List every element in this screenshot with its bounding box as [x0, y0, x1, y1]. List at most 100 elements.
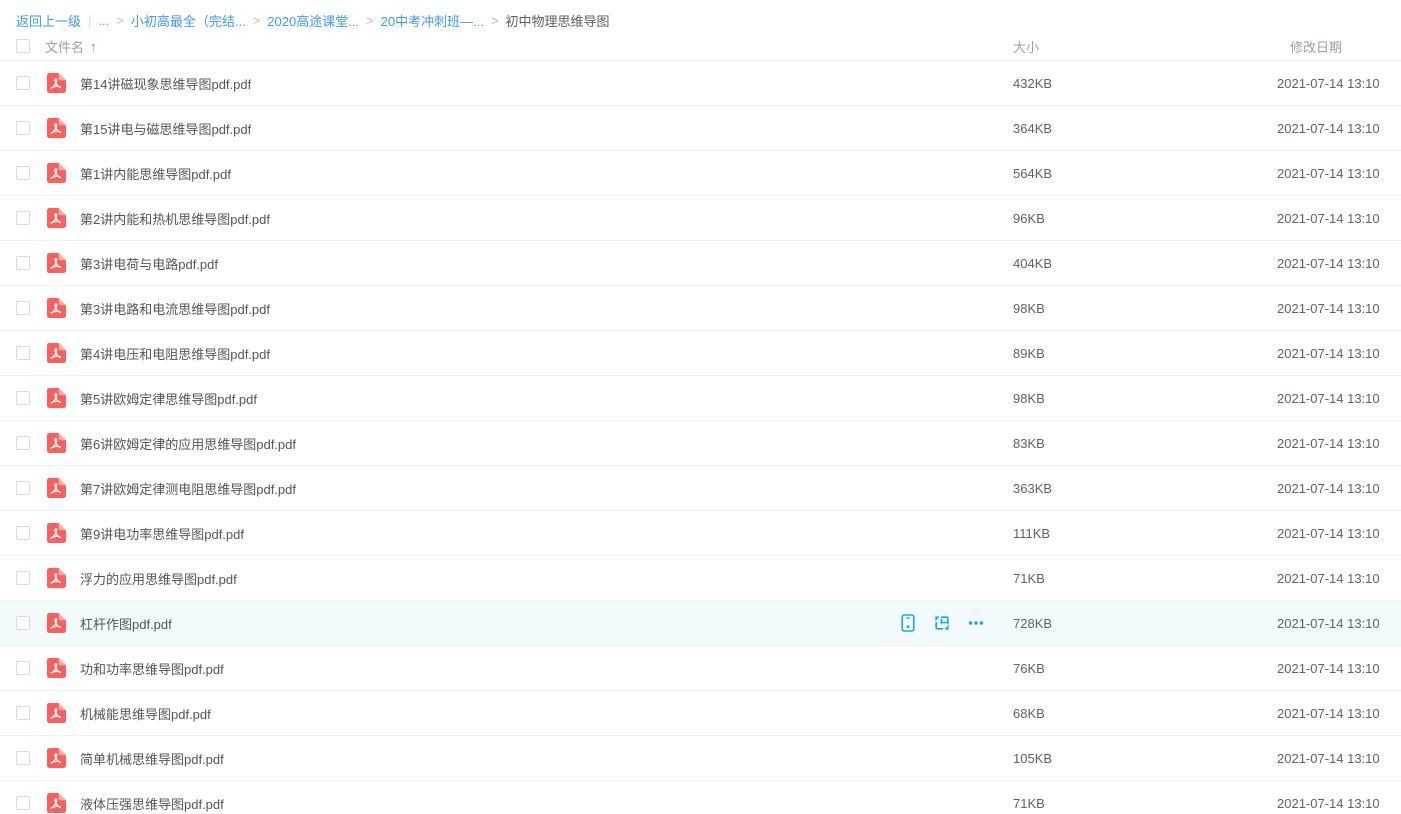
file-size: 98KB [1013, 301, 1277, 316]
file-name-link[interactable]: 第14讲磁现象思维导图pdf.pdf [80, 74, 251, 93]
send-to-mobile-button[interactable] [899, 614, 917, 632]
file-date: 2021-07-14 13:10 [1277, 301, 1401, 316]
file-date: 2021-07-14 13:10 [1277, 796, 1401, 811]
file-size: 728KB [1013, 616, 1277, 631]
row-checkbox[interactable] [16, 526, 30, 540]
file-name-link[interactable]: 简单机械思维导图pdf.pdf [80, 749, 224, 768]
pdf-file-icon [45, 522, 67, 544]
column-header-size[interactable]: 大小 [1013, 37, 1277, 56]
file-name-link[interactable]: 第4讲电压和电阻思维导图pdf.pdf [80, 344, 270, 363]
pdf-file-icon [45, 612, 67, 634]
table-row[interactable]: 第9讲电功率思维导图pdf.pdf [0, 511, 1401, 556]
table-row[interactable]: 第7讲欧姆定律测电阻思维导图pdf.pdf [0, 466, 1401, 511]
file-name-link[interactable]: 第3讲电路和电流思维导图pdf.pdf [80, 299, 270, 318]
file-name-link[interactable]: 液体压强思维导图pdf.pdf [80, 794, 224, 813]
more-actions-button[interactable] [967, 614, 985, 632]
file-name-link[interactable]: 浮力的应用思维导图pdf.pdf [80, 569, 237, 588]
row-checkbox[interactable] [16, 256, 30, 270]
table-row[interactable]: 简单机械思维导图pdf.pdf [0, 736, 1401, 781]
table-row[interactable]: 第2讲内能和热机思维导图pdf.pdf [0, 196, 1401, 241]
file-date: 2021-07-14 13:10 [1277, 211, 1401, 226]
file-name-link[interactable]: 第15讲电与磁思维导图pdf.pdf [80, 119, 251, 138]
pdf-file-icon [45, 567, 67, 589]
file-date: 2021-07-14 13:10 [1277, 346, 1401, 361]
file-date: 2021-07-14 13:10 [1277, 751, 1401, 766]
pdf-file-icon [45, 207, 67, 229]
row-checkbox[interactable] [16, 121, 30, 135]
file-size: 564KB [1013, 166, 1277, 181]
row-checkbox[interactable] [16, 346, 30, 360]
save-transfer-button[interactable] [933, 614, 951, 632]
file-name-link[interactable]: 第3讲电荷与电路pdf.pdf [80, 254, 218, 273]
breadcrumb-link-1[interactable]: 小初高最全（完结... [131, 11, 246, 30]
breadcrumb-link-2[interactable]: 2020高途课堂... [267, 11, 359, 30]
file-date: 2021-07-14 13:10 [1277, 436, 1401, 451]
table-row[interactable]: 第5讲欧姆定律思维导图pdf.pdf [0, 376, 1401, 421]
row-checkbox[interactable] [16, 301, 30, 315]
pdf-file-icon [45, 702, 67, 724]
select-all-checkbox[interactable] [16, 39, 30, 53]
file-name-link[interactable]: 杠杆作图pdf.pdf [80, 614, 172, 633]
pdf-file-icon [45, 792, 67, 814]
row-checkbox[interactable] [16, 616, 30, 630]
table-row[interactable]: 杠杆作图pdf.pdf [0, 601, 1401, 646]
back-to-parent-link[interactable]: 返回上一级 [16, 11, 81, 30]
pdf-file-icon [45, 432, 67, 454]
row-checkbox[interactable] [16, 76, 30, 90]
file-name-link[interactable]: 第6讲欧姆定律的应用思维导图pdf.pdf [80, 434, 296, 453]
row-checkbox[interactable] [16, 796, 30, 810]
more-icon [967, 614, 985, 632]
file-date: 2021-07-14 13:10 [1277, 571, 1401, 586]
row-checkbox[interactable] [16, 661, 30, 675]
file-size: 89KB [1013, 346, 1277, 361]
sort-ascending-icon[interactable]: ↑ [90, 39, 97, 54]
breadcrumb-separator: > [116, 13, 124, 28]
row-checkbox[interactable] [16, 571, 30, 585]
file-date: 2021-07-14 13:10 [1277, 256, 1401, 271]
pdf-file-icon [45, 387, 67, 409]
file-name-link[interactable]: 第1讲内能思维导图pdf.pdf [80, 164, 231, 183]
pdf-file-icon [45, 252, 67, 274]
table-row[interactable]: 第6讲欧姆定律的应用思维导图pdf.pdf [0, 421, 1401, 466]
table-row[interactable]: 液体压强思维导图pdf.pdf [0, 781, 1401, 814]
table-row[interactable]: 第3讲电路和电流思维导图pdf.pdf [0, 286, 1401, 331]
pdf-file-icon [45, 342, 67, 364]
mobile-icon [900, 614, 916, 632]
file-name-link[interactable]: 第7讲欧姆定律测电阻思维导图pdf.pdf [80, 479, 296, 498]
row-checkbox[interactable] [16, 481, 30, 495]
file-share-page: 返回上一级 | ... > 小初高最全（完结... > 2020高途课堂... … [0, 0, 1401, 814]
pdf-file-icon [45, 162, 67, 184]
table-row[interactable]: 第4讲电压和电阻思维导图pdf.pdf [0, 331, 1401, 376]
row-checkbox[interactable] [16, 436, 30, 450]
file-name-link[interactable]: 第2讲内能和热机思维导图pdf.pdf [80, 209, 270, 228]
list-header: 文件名 ↑ 大小 修改日期 [0, 32, 1401, 61]
row-checkbox[interactable] [16, 391, 30, 405]
table-row[interactable]: 机械能思维导图pdf.pdf [0, 691, 1401, 736]
table-row[interactable]: 浮力的应用思维导图pdf.pdf [0, 556, 1401, 601]
row-checkbox[interactable] [16, 211, 30, 225]
column-header-name[interactable]: 文件名 ↑ [45, 37, 1013, 56]
file-size: 71KB [1013, 571, 1277, 586]
file-name-link[interactable]: 第9讲电功率思维导图pdf.pdf [80, 524, 244, 543]
file-size: 83KB [1013, 436, 1277, 451]
file-size: 404KB [1013, 256, 1277, 271]
row-checkbox[interactable] [16, 751, 30, 765]
breadcrumb-divider: | [88, 13, 91, 28]
column-header-name-label: 文件名 [45, 37, 84, 56]
table-row[interactable]: 第1讲内能思维导图pdf.pdf [0, 151, 1401, 196]
file-size: 71KB [1013, 796, 1277, 811]
file-name-link[interactable]: 机械能思维导图pdf.pdf [80, 704, 211, 723]
table-row[interactable]: 第15讲电与磁思维导图pdf.pdf [0, 106, 1401, 151]
table-row[interactable]: 第3讲电荷与电路pdf.pdf [0, 241, 1401, 286]
table-row[interactable]: 功和功率思维导图pdf.pdf [0, 646, 1401, 691]
file-name-link[interactable]: 第5讲欧姆定律思维导图pdf.pdf [80, 389, 257, 408]
row-checkbox[interactable] [16, 706, 30, 720]
file-date: 2021-07-14 13:10 [1277, 526, 1401, 541]
breadcrumb-link-3[interactable]: 20中考冲刺班—... [381, 11, 484, 30]
column-header-date[interactable]: 修改日期 [1277, 37, 1401, 56]
table-row[interactable]: 第14讲磁现象思维导图pdf.pdf [0, 61, 1401, 106]
file-name-link[interactable]: 功和功率思维导图pdf.pdf [80, 659, 224, 678]
row-checkbox[interactable] [16, 166, 30, 180]
file-size: 76KB [1013, 661, 1277, 676]
file-date: 2021-07-14 13:10 [1277, 706, 1401, 721]
